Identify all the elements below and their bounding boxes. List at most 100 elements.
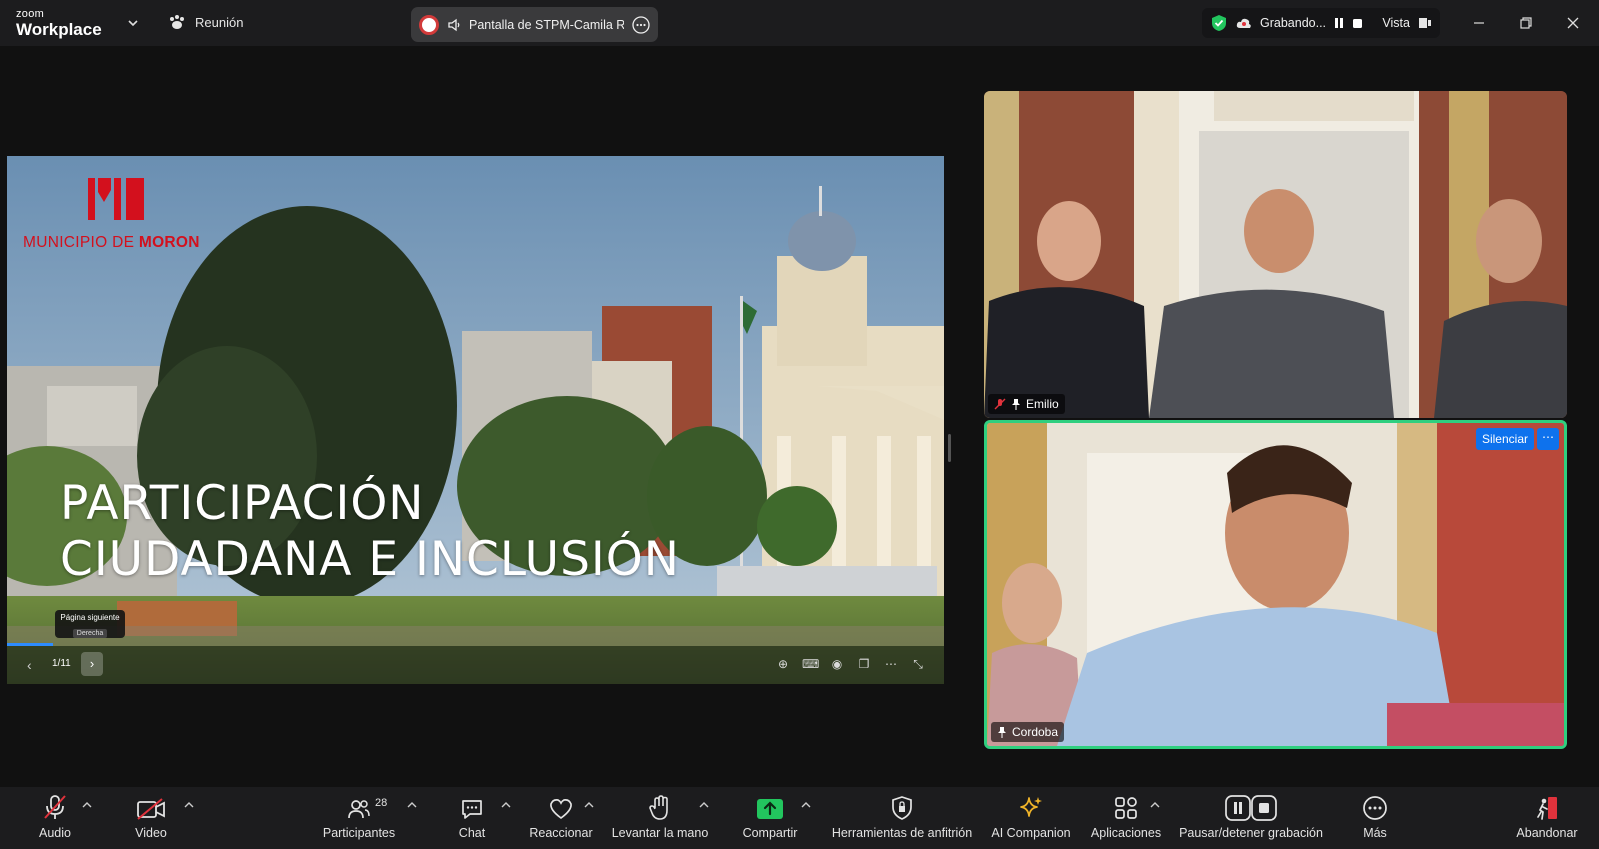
restore-icon[interactable]	[1515, 12, 1537, 34]
ai-companion-button[interactable]: AI Companion	[990, 787, 1072, 849]
page-indicator: 1/11	[52, 658, 71, 669]
leave-icon	[1537, 797, 1557, 820]
recording-label: Grabando...	[1260, 16, 1327, 30]
video-off-icon	[137, 798, 165, 820]
pause-stop-recording-icon	[1225, 795, 1277, 821]
chat-icon	[462, 800, 482, 819]
shared-screen[interactable]: MUNICIPIO DE MORON PARTICIPACIÓN CIUDADA…	[7, 156, 944, 684]
stop-recording-icon[interactable]	[1352, 18, 1363, 29]
shield-icon	[892, 796, 912, 820]
pause-recording-icon[interactable]	[1334, 17, 1344, 29]
broadcast-icon[interactable]: ◉	[829, 655, 845, 673]
participants-button[interactable]: Participantes	[318, 787, 400, 849]
apps-label: Aplicaciones	[1090, 826, 1162, 840]
participant-name-tag: Cordoba	[991, 722, 1065, 742]
pin-icon	[998, 727, 1006, 738]
video-tile-cordoba[interactable]: Silenciar ⋯ Cordoba	[984, 420, 1567, 749]
slide-title-line-2: CIUDADANA E INCLUSIÓN	[60, 532, 680, 587]
view-menu[interactable]: Vista	[1382, 16, 1410, 30]
more-label: Más	[1363, 826, 1387, 840]
ai-sparkle-icon	[1020, 797, 1042, 817]
pause-stop-recording-button[interactable]: Pausar/detener grabación	[1175, 787, 1327, 849]
zoom-in-icon[interactable]: ⊕	[775, 655, 791, 673]
cloud-icon	[1236, 18, 1251, 28]
host-tools-label: Herramientas de anfitrión	[831, 826, 973, 840]
paw-icon	[170, 15, 184, 29]
tooltip-shortcut: Derecha	[72, 629, 108, 638]
keyboard-icon[interactable]: ⌨	[802, 655, 819, 673]
react-button[interactable]: Reaccionar	[527, 787, 595, 849]
previous-slide-icon[interactable]: ‹	[27, 657, 32, 673]
sharer-avatar	[419, 14, 439, 35]
minimize-icon[interactable]	[1468, 12, 1490, 34]
share-screen-icon	[757, 799, 783, 819]
muted-mic-icon	[994, 398, 1006, 410]
heart-icon	[550, 798, 572, 820]
meeting-menu[interactable]: Reunión	[168, 14, 243, 30]
video-options-caret-icon[interactable]	[184, 801, 194, 809]
chat-button[interactable]: Chat	[452, 787, 492, 849]
mute-participant-button[interactable]: Silenciar	[1475, 428, 1534, 450]
next-slide-button[interactable]: ›	[81, 652, 103, 676]
audio-options-caret-icon[interactable]	[82, 801, 92, 809]
react-label: Reaccionar	[529, 826, 593, 840]
window-icon[interactable]: ❐	[856, 655, 872, 673]
chat-label: Chat	[458, 826, 486, 840]
apps-options-caret-icon[interactable]	[1150, 801, 1160, 809]
participants-count: 28	[375, 797, 388, 809]
raise-hand-label: Levantar la mano	[611, 826, 709, 840]
next-page-tooltip: Página siguiente Derecha	[55, 610, 125, 638]
video-tile-emilio[interactable]: Emilio	[984, 91, 1567, 418]
brand-big: Workplace	[16, 20, 102, 39]
slide-title-line-1: PARTICIPACIÓN	[60, 476, 425, 531]
pin-icon	[1012, 399, 1020, 410]
more-icon	[1363, 796, 1387, 820]
more-options-icon[interactable]: ⋯	[883, 655, 899, 673]
brand-small: zoom	[16, 8, 45, 20]
react-options-caret-icon[interactable]	[584, 801, 594, 809]
more-options-icon[interactable]	[632, 15, 650, 34]
tile-more-options-icon[interactable]: ⋯	[1537, 428, 1559, 450]
video-label: Video	[135, 826, 167, 840]
ai-companion-label: AI Companion	[991, 826, 1071, 840]
title-bar: zoom Workplace Reunión Pantalla de STPM-…	[0, 0, 1599, 46]
chat-options-caret-icon[interactable]	[501, 801, 511, 809]
share-label: Compartir	[742, 826, 798, 840]
muted-microphone-icon	[44, 795, 66, 819]
slide-title: PARTICIPACIÓN CIUDADANA E INCLUSIÓN	[60, 476, 680, 588]
hand-icon	[649, 795, 668, 820]
more-button[interactable]: Más	[1355, 787, 1395, 849]
audio-label: Audio	[39, 826, 71, 840]
video-button[interactable]: Video	[128, 787, 174, 849]
participant-name-tag: Emilio	[988, 394, 1065, 414]
close-icon[interactable]	[1562, 12, 1584, 34]
exit-fullscreen-icon[interactable]: ⤡	[910, 655, 926, 673]
presentation-controls: ‹ 1/11 › ⊕ ⌨ ◉ ❐ ⋯ ⤡	[7, 646, 944, 684]
security-shield-icon[interactable]	[1210, 14, 1228, 32]
raise-hand-button[interactable]: Levantar la mano	[610, 787, 710, 849]
emilio-video-feed	[984, 91, 1567, 418]
share-button[interactable]: Compartir	[739, 787, 801, 849]
cordoba-video-feed	[987, 423, 1564, 746]
audio-button[interactable]: Audio	[33, 787, 77, 849]
screen-share-indicator[interactable]: Pantalla de STPM-Camila Rc	[411, 7, 658, 42]
share-label: Pantalla de STPM-Camila Rc	[469, 17, 624, 32]
apps-icon	[1115, 797, 1137, 819]
host-tools-button[interactable]: Herramientas de anfitrión	[828, 787, 976, 849]
participants-options-caret-icon[interactable]	[407, 801, 417, 809]
meeting-label: Reunión	[195, 14, 244, 30]
participant-name: Emilio	[1026, 397, 1059, 411]
view-layout-icon[interactable]	[1418, 17, 1432, 29]
chevron-down-icon[interactable]	[126, 16, 140, 30]
zoom-window: zoom Workplace Reunión Pantalla de STPM-…	[0, 0, 1599, 849]
leave-button[interactable]: Abandonar	[1510, 787, 1584, 849]
apps-button[interactable]: Aplicaciones	[1088, 787, 1164, 849]
split-view-handle[interactable]	[948, 434, 951, 462]
leave-label: Abandonar	[1516, 826, 1578, 840]
zoom-workplace-logo[interactable]: zoom Workplace	[16, 8, 102, 39]
share-options-caret-icon[interactable]	[801, 801, 811, 809]
municipio-moron-wordmark: MUNICIPIO DE MORON	[23, 234, 200, 251]
recording-indicator: Grabando... Vista	[1202, 8, 1440, 38]
meeting-toolbar: Audio Video Participantes 28 Chat Reacci…	[0, 787, 1599, 849]
raise-hand-options-caret-icon[interactable]	[699, 801, 709, 809]
